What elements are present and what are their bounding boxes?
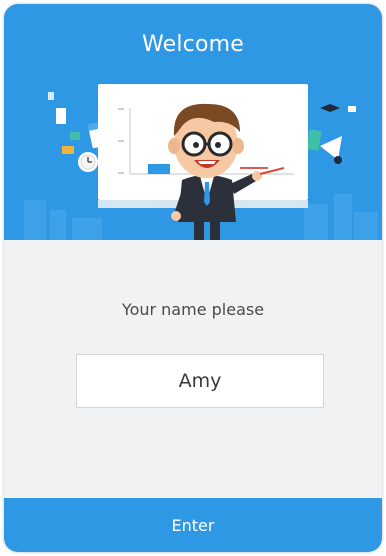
- welcome-card: Welcome Your name please Amy Enter: [4, 4, 382, 552]
- teacher-illustration: [24, 84, 378, 240]
- clock-icon: [78, 152, 98, 172]
- bell-icon: [306, 129, 342, 164]
- book-stack-icon: [56, 108, 80, 154]
- name-input[interactable]: [76, 354, 324, 408]
- header-banner: Welcome: [4, 4, 382, 240]
- name-prompt: Your name please: [121, 300, 265, 319]
- graduation-cap-icon: [320, 104, 356, 112]
- enter-button[interactable]: Enter: [4, 498, 382, 552]
